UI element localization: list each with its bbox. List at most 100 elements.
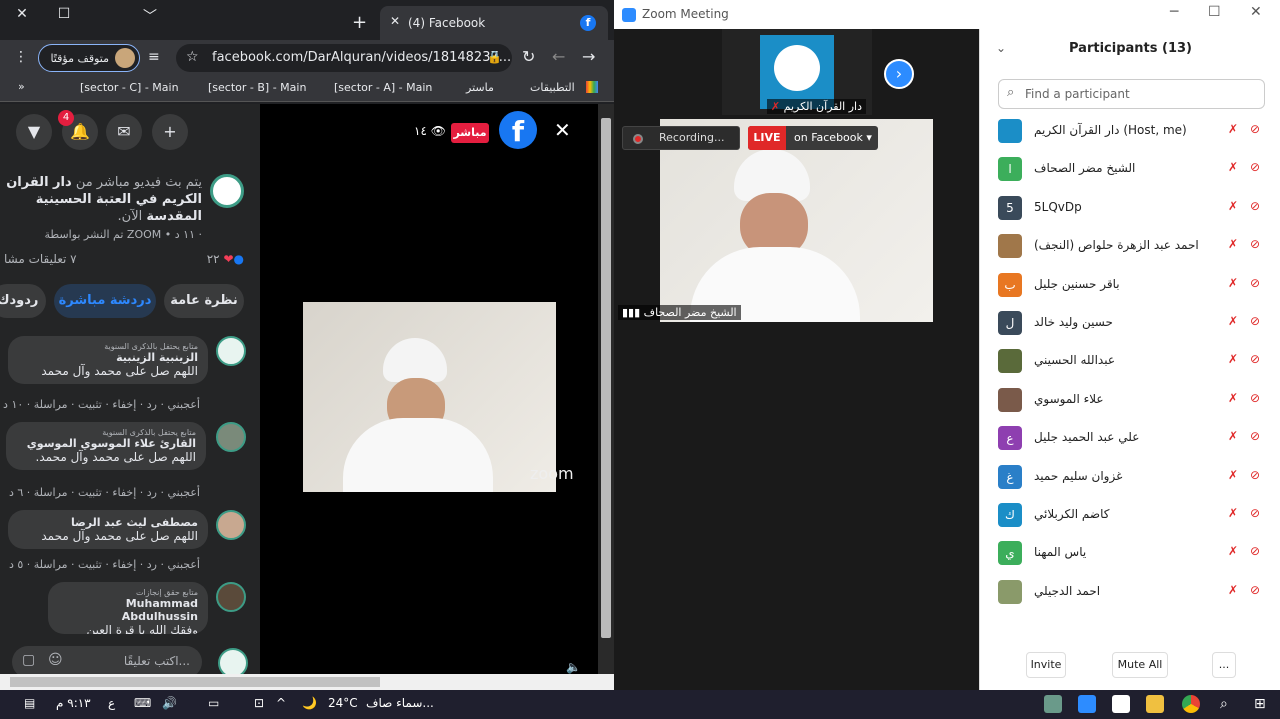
app-icon[interactable]: [1112, 695, 1130, 713]
tab-facebook[interactable]: ✕ (4) Facebook f: [380, 6, 608, 40]
horizontal-scroll-thumb[interactable]: [10, 677, 380, 687]
bookmark-sector-c[interactable]: [sector - C] - Main: [80, 81, 179, 94]
more-bookmarks-icon[interactable]: »: [18, 80, 25, 93]
video-off-icon[interactable]: ⊘: [1250, 352, 1260, 366]
participant-row[interactable]: غ غزوان سليم حميد ✗ ⊘: [980, 459, 1280, 497]
restore-window-button[interactable]: ☐: [50, 6, 78, 24]
live-indicator[interactable]: LIVE on Facebook ▾: [748, 126, 878, 150]
star-icon[interactable]: ☆: [186, 49, 199, 65]
invite-button[interactable]: Invite: [1026, 652, 1066, 678]
file-explorer-icon[interactable]: [1146, 695, 1164, 713]
participant-row[interactable]: عبدالله الحسيني ✗ ⊘: [980, 343, 1280, 381]
minimize-window-button[interactable]: ﹀: [136, 6, 164, 25]
comment-actions[interactable]: أعجبني · رد · إخفاء · تثبيت · مراسلة · ٥…: [9, 558, 200, 571]
tab-your-replies[interactable]: ردودك: [0, 284, 46, 318]
participant-row[interactable]: ل حسين وليد خالد ✗ ⊘: [980, 305, 1280, 343]
participant-row[interactable]: ع علي عبد الحميد جليل ✗ ⊘: [980, 420, 1280, 458]
video-off-icon[interactable]: ⊘: [1250, 276, 1260, 290]
messenger-icon[interactable]: ✉: [106, 114, 142, 150]
volume-icon[interactable]: 🔈: [566, 660, 581, 674]
mic-muted-icon[interactable]: ✗: [1228, 391, 1238, 405]
minimize-window-button[interactable]: ─: [1170, 4, 1178, 20]
commenter-name[interactable]: Muhammad Abdulhussin: [58, 597, 198, 623]
battery-icon[interactable]: ▭: [208, 696, 219, 710]
video-off-icon[interactable]: ⊘: [1250, 199, 1260, 213]
windows-start-icon[interactable]: ⊞: [1254, 696, 1266, 712]
participant-row[interactable]: دار القرآن الكريم (Host, me) ✗ ⊘: [980, 113, 1280, 151]
video-off-icon[interactable]: ⊘: [1250, 544, 1260, 558]
participant-row[interactable]: علاء الموسوي ✗ ⊘: [980, 382, 1280, 420]
video-off-icon[interactable]: ⊘: [1250, 429, 1260, 443]
zoom-taskbar-icon[interactable]: [1078, 695, 1096, 713]
clock[interactable]: ٩:١٣ م: [56, 696, 91, 710]
show-hidden-icons[interactable]: ^: [276, 696, 286, 710]
bookmark-sector-b[interactable]: [sector - B] - Main: [208, 81, 306, 94]
reload-icon[interactable]: ↻: [522, 47, 535, 66]
mic-muted-icon[interactable]: ✗: [1228, 314, 1238, 328]
tab-overview[interactable]: نظرة عامة: [164, 284, 244, 318]
bookmark-sector-a[interactable]: [sector - A] - Main: [334, 81, 432, 94]
facebook-logo-icon[interactable]: f: [499, 111, 537, 149]
close-video-icon[interactable]: ✕: [554, 118, 571, 142]
weather-desc[interactable]: سماء صاف...: [366, 696, 434, 710]
keyboard-icon[interactable]: ⌨: [134, 696, 151, 710]
network-icon[interactable]: ⊡: [254, 696, 264, 710]
commenter-avatar[interactable]: [216, 582, 246, 612]
next-page-button[interactable]: ›: [884, 59, 914, 89]
url-text[interactable]: facebook.com/DarAlquran/videos/18148237.…: [212, 50, 511, 65]
address-bar[interactable]: ☆ facebook.com/DarAlquran/videos/1814823…: [176, 44, 512, 72]
mic-muted-icon[interactable]: ✗: [1228, 352, 1238, 366]
mic-muted-icon[interactable]: ✗: [1228, 160, 1238, 174]
recording-indicator[interactable]: Recording...: [622, 126, 740, 150]
video-off-icon[interactable]: ⊘: [1250, 122, 1260, 136]
back-icon[interactable]: →: [582, 47, 595, 66]
more-button[interactable]: ...: [1212, 652, 1236, 678]
account-dropdown-icon[interactable]: ▼: [16, 114, 52, 150]
profile-paused-button[interactable]: متوقف مؤقتًا: [38, 44, 140, 72]
commenter-name[interactable]: القارئ علاء الموسوي الموسوي: [16, 437, 196, 450]
participant-row[interactable]: ا الشيخ مضر الصحاف ✗ ⊘: [980, 151, 1280, 189]
page-avatar[interactable]: [210, 174, 244, 208]
mic-muted-icon[interactable]: ✗: [1228, 199, 1238, 213]
bookmark-master[interactable]: ماستر: [466, 81, 494, 94]
input-language[interactable]: ع: [108, 696, 115, 710]
close-window-button[interactable]: ✕: [8, 6, 36, 24]
mic-muted-icon[interactable]: ✗: [1228, 468, 1238, 482]
notification-center-icon[interactable]: ▤: [24, 696, 35, 710]
weather-temp[interactable]: 24°C: [328, 696, 358, 710]
forward-icon[interactable]: ←: [552, 47, 565, 66]
commenter-avatar[interactable]: [216, 336, 246, 366]
commenter-name[interactable]: مصطفى ليث عبد الرضا: [18, 516, 198, 529]
participant-row[interactable]: ي ياس المهنا ✗ ⊘: [980, 535, 1280, 573]
video-off-icon[interactable]: ⊘: [1250, 583, 1260, 597]
app-icon[interactable]: [1044, 695, 1062, 713]
mic-muted-icon[interactable]: ✗: [1228, 237, 1238, 251]
mic-muted-icon[interactable]: ✗: [1228, 429, 1238, 443]
bookmark-apps[interactable]: التطبيقات: [530, 81, 575, 94]
mic-muted-icon[interactable]: ✗: [1228, 544, 1238, 558]
video-off-icon[interactable]: ⊘: [1250, 391, 1260, 405]
mic-muted-icon[interactable]: ✗: [1228, 583, 1238, 597]
reading-list-icon[interactable]: ≡: [148, 49, 160, 65]
tab-live-chat[interactable]: دردشة مباشرة: [54, 284, 156, 318]
create-icon[interactable]: +: [152, 114, 188, 150]
commenter-avatar[interactable]: [216, 422, 246, 452]
participant-row[interactable]: ب باقر حسنين جليل ✗ ⊘: [980, 267, 1280, 305]
comment-actions[interactable]: أعجبني · رد · إخفاء · تثبيت · مراسلة · ٦…: [9, 486, 200, 499]
horizontal-scrollbar[interactable]: [0, 674, 614, 690]
video-off-icon[interactable]: ⊘: [1250, 237, 1260, 251]
weather-icon[interactable]: 🌙: [302, 696, 317, 710]
video-off-icon[interactable]: ⊘: [1250, 160, 1260, 174]
chrome-taskbar-icon[interactable]: [1182, 695, 1200, 713]
live-target[interactable]: on Facebook ▾: [794, 131, 872, 144]
volume-icon[interactable]: 🔊: [162, 696, 177, 710]
search-icon[interactable]: ⌕: [1220, 696, 1228, 712]
video-off-icon[interactable]: ⊘: [1250, 506, 1260, 520]
mic-muted-icon[interactable]: ✗: [1228, 506, 1238, 520]
mute-all-button[interactable]: Mute All: [1112, 652, 1168, 678]
mic-muted-icon[interactable]: ✗: [1228, 276, 1238, 290]
sticker-icon[interactable]: ▢: [22, 652, 35, 668]
reactions-summary[interactable]: ٢٢ ❤●: [207, 252, 244, 266]
menu-dots-icon[interactable]: ⋮: [14, 49, 28, 65]
comment-actions[interactable]: أعجبني · رد · إخفاء · تثبيت · مراسلة · ١…: [3, 398, 200, 411]
